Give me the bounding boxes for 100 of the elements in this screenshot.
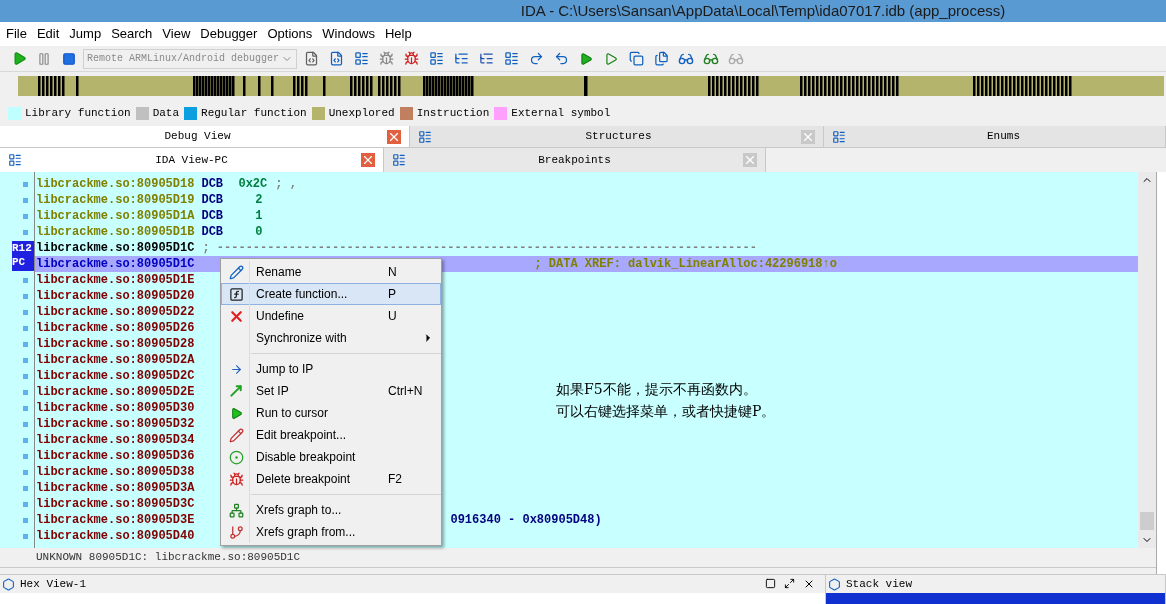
legend-label: Data bbox=[152, 105, 180, 121]
address-label: libcrackme.so:80905D3E bbox=[35, 512, 195, 529]
address-label: libcrackme.so:80905D2A bbox=[35, 352, 195, 369]
menu-item[interactable]: Rename N bbox=[221, 261, 441, 283]
menu-item[interactable]: Delete breakpoint F2 bbox=[221, 468, 441, 490]
navigation-band-drawing[interactable] bbox=[18, 76, 1164, 96]
annotation-text: 如果F5不能，提示不再函数内。 可以右键选择菜单，或者快捷键P。 bbox=[556, 380, 776, 421]
tab[interactable]: IDA View-PC bbox=[0, 148, 384, 172]
comment: ; , bbox=[275, 176, 297, 193]
address-label: libcrackme.so:80905D3A bbox=[35, 480, 195, 497]
pencil-icon bbox=[228, 427, 244, 443]
menu-item[interactable]: Set IP Ctrl+N bbox=[221, 380, 441, 402]
list-icon bbox=[453, 51, 469, 66]
legend-label: Regular function bbox=[201, 105, 307, 121]
play-icon bbox=[229, 406, 243, 420]
menu-item[interactable]: Synchronize with bbox=[221, 327, 441, 349]
arrow-icon bbox=[229, 362, 243, 376]
operand: 0x2C bbox=[238, 176, 268, 193]
maximize-icon[interactable] bbox=[765, 578, 776, 589]
mnemonic: DCB bbox=[201, 208, 225, 225]
scroll-thumb[interactable] bbox=[1140, 512, 1154, 530]
address-label: libcrackme.so:80905D20 bbox=[35, 288, 195, 305]
graph-icon bbox=[228, 502, 244, 518]
address-label: libcrackme.so:80905D32 bbox=[35, 416, 195, 433]
function-list-icon bbox=[478, 51, 494, 66]
step-over-icon bbox=[553, 51, 569, 66]
address-label: libcrackme.so:80905D28 bbox=[35, 336, 195, 353]
menu-item[interactable]: Undefine U bbox=[221, 305, 441, 327]
legend-label: External symbol bbox=[511, 105, 611, 121]
add-breakpoint-icon bbox=[378, 51, 394, 66]
menu-item[interactable]: Jump to IP bbox=[221, 358, 441, 380]
window-icon bbox=[418, 129, 432, 144]
register-badge: R12 PC bbox=[12, 241, 34, 271]
delete-breakpoint-icon bbox=[403, 51, 419, 66]
comment: ; DATA XREF: dalvik_LinearAlloc:42296918↑o bbox=[534, 256, 837, 273]
stop-icon bbox=[62, 51, 76, 66]
address-label: libcrackme.so:80905D2C bbox=[35, 368, 195, 385]
address-label: libcrackme.so:80905D1C bbox=[35, 240, 195, 257]
address-label: libcrackme.so:80905D1E bbox=[35, 272, 195, 289]
hexagon-icon bbox=[2, 577, 15, 591]
menu-item[interactable]: Jump bbox=[65, 24, 106, 44]
address-label: libcrackme.so:80905D1C bbox=[35, 256, 195, 273]
menu-item[interactable]: Edit breakpoint... bbox=[221, 424, 441, 446]
pane-title: Stack view bbox=[846, 576, 912, 592]
window-icon bbox=[8, 153, 22, 167]
address-label: libcrackme.so:80905D22 bbox=[35, 304, 195, 321]
legend-label: Unexplored bbox=[328, 105, 395, 121]
menu-item[interactable]: Xrefs graph to... bbox=[221, 499, 441, 521]
function-icon bbox=[228, 286, 244, 302]
traffic-light-icon bbox=[228, 449, 244, 465]
address-label: libcrackme.so:80905D1A bbox=[35, 208, 195, 225]
menu-item[interactable]: Windows bbox=[318, 24, 379, 44]
legend-label: Library function bbox=[25, 105, 131, 121]
menu-item[interactable]: Help bbox=[381, 24, 416, 44]
address-label: libcrackme.so:80905D2E bbox=[35, 384, 195, 401]
tab[interactable]: Enums bbox=[824, 126, 1166, 147]
address-label: libcrackme.so:80905D30 bbox=[35, 400, 195, 417]
menu-item[interactable]: Search bbox=[107, 24, 157, 44]
pane-title: Hex View-1 bbox=[20, 576, 86, 592]
restore-icon[interactable] bbox=[784, 578, 795, 589]
list-down-icon bbox=[503, 51, 519, 66]
windows-icon bbox=[628, 51, 644, 66]
legend-label: Instruction bbox=[416, 105, 490, 121]
pause-icon bbox=[37, 51, 51, 66]
menu-item[interactable]: Debugger bbox=[196, 24, 262, 44]
address-label: libcrackme.so:80905D26 bbox=[35, 320, 195, 337]
play-icon bbox=[11, 51, 27, 66]
windows-icon bbox=[653, 51, 669, 66]
code-run-icon bbox=[328, 51, 344, 66]
menu-item[interactable]: Disable breakpoint bbox=[221, 446, 441, 468]
tab[interactable]: Breakpoints bbox=[384, 148, 766, 172]
tab[interactable]: Structures bbox=[410, 126, 824, 147]
scrollbar[interactable] bbox=[1138, 172, 1156, 548]
menu-item[interactable]: View bbox=[158, 24, 195, 44]
step-into-icon bbox=[528, 51, 544, 66]
expression: 0916340 - 0x80905D48) bbox=[450, 512, 602, 529]
address-label: libcrackme.so:80905D19 bbox=[35, 192, 195, 209]
menu-item[interactable]: Run to cursor bbox=[221, 402, 441, 424]
menu-item[interactable]: Edit bbox=[32, 24, 64, 44]
address-label: libcrackme.so:80905D38 bbox=[35, 464, 195, 481]
address-label: libcrackme.so:80905D40 bbox=[35, 528, 195, 545]
menu-item[interactable]: Xrefs graph from... bbox=[221, 521, 441, 543]
run-until-return-icon bbox=[579, 51, 593, 66]
address-label: libcrackme.so:80905D34 bbox=[35, 432, 195, 449]
window-icon bbox=[832, 129, 846, 144]
menu-item[interactable]: File bbox=[2, 24, 31, 44]
breakpoint-list-icon bbox=[353, 51, 369, 66]
menu-item[interactable]: Create function... P bbox=[221, 283, 441, 305]
hexagon-icon bbox=[828, 577, 841, 591]
close-icon[interactable] bbox=[803, 578, 815, 590]
arrow-icon bbox=[228, 383, 244, 399]
window-icon bbox=[428, 51, 444, 66]
menu-item[interactable]: Options bbox=[263, 24, 317, 44]
mnemonic: DCB bbox=[201, 224, 225, 241]
window-title: IDA - C:\Users\Sansan\AppData\Local\Temp\ida07017.idb (app_process) bbox=[519, 0, 1006, 21]
run-to-cursor-icon bbox=[604, 51, 618, 66]
tab[interactable]: Debug View bbox=[0, 126, 410, 147]
pencil-icon bbox=[228, 264, 244, 280]
operand: 1 bbox=[254, 208, 263, 225]
status-text: UNKNOWN 80905D1C: libcrackme.so:80905D1C bbox=[36, 550, 301, 566]
